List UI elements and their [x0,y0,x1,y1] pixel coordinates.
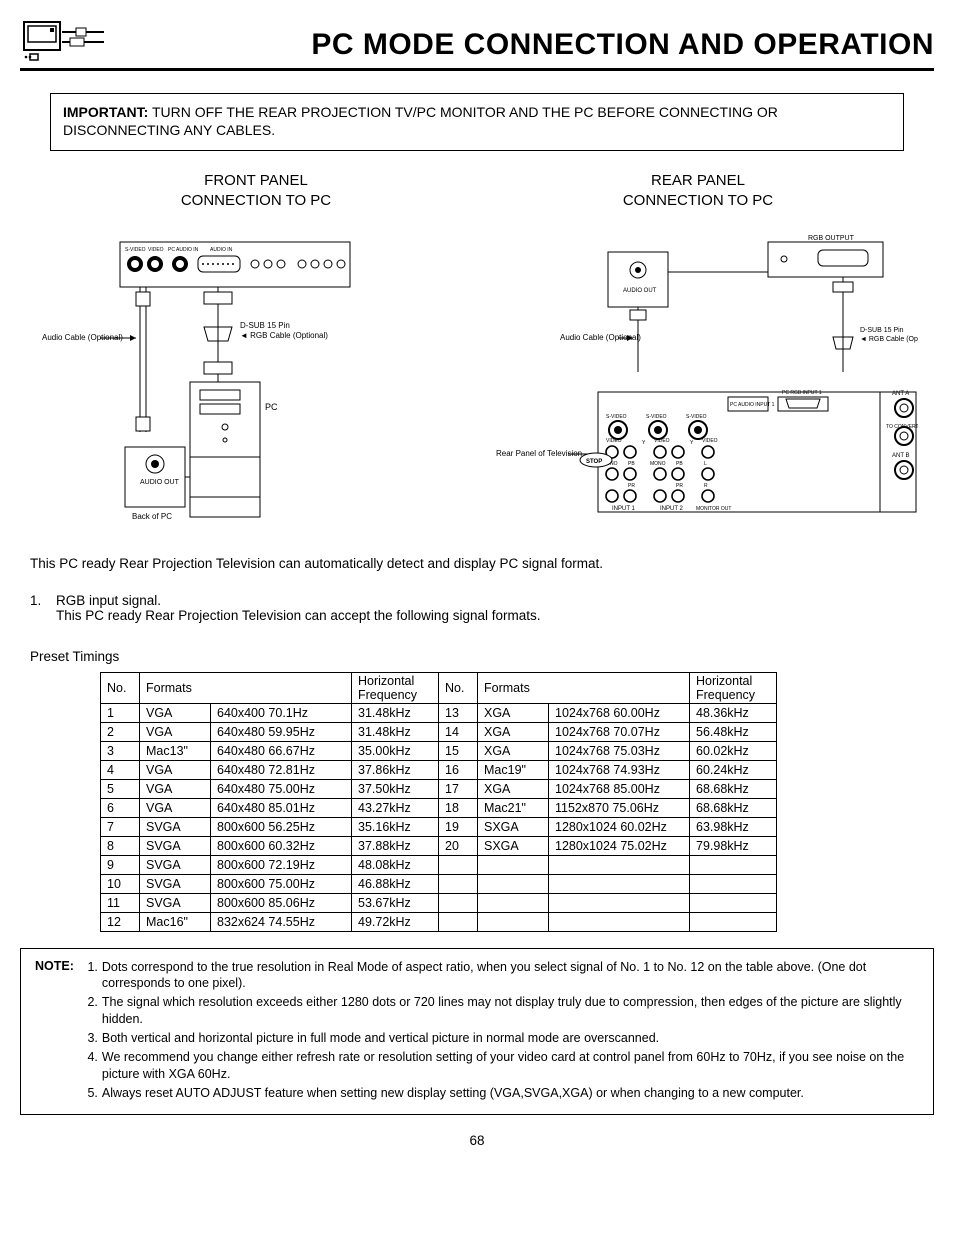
table-row: 8SVGA800x600 60.32Hz37.88kHz20SXGA1280x1… [101,836,777,855]
table-row: 9SVGA800x600 72.19Hz48.08kHz [101,855,777,874]
svg-text:◄ RGB Cable (Optional): ◄ RGB Cable (Optional) [240,331,328,340]
svg-text:AUDIO OUT: AUDIO OUT [623,288,657,294]
svg-text:INPUT 2: INPUT 2 [660,506,684,512]
svg-text:R: R [704,483,708,489]
note-item: 5.Always reset AUTO ADJUST feature when … [84,1085,919,1102]
svg-text:AUDIO IN: AUDIO IN [210,247,233,253]
table-caption: Preset Timings [30,649,924,664]
page-title: PC MODE CONNECTION AND OPERATION [118,28,934,62]
page-number: 68 [20,1133,934,1148]
note-item: 1.Dots correspond to the true resolution… [84,959,919,993]
preset-timings-table: No. Formats HorizontalFrequency No. Form… [100,672,864,932]
svg-text:S-VIDEO: S-VIDEO [686,414,707,420]
front-panel-title: FRONT PANELCONNECTION TO PC [50,171,462,212]
important-text: TURN OFF THE REAR PROJECTION TV/PC MONIT… [63,104,778,138]
svg-text:VIDEO: VIDEO [148,247,164,253]
front-panel-diagram: S-VIDEO VIDEO PC AUDIO IN AUDIO IN Audio… [40,232,470,542]
svg-text:S-VIDEO: S-VIDEO [125,247,146,253]
table-row: 12Mac16"832x624 74.55Hz49.72kHz [101,912,777,931]
svg-text:D-SUB 15 Pin: D-SUB 15 Pin [860,327,904,334]
svg-text:Back of PC: Back of PC [132,512,172,521]
tv-pc-logo-icon [20,20,106,62]
svg-text:◄ RGB Cable (Optional): ◄ RGB Cable (Optional) [860,336,918,343]
svg-text:ANT A: ANT A [892,391,909,397]
svg-text:PR: PR [676,483,683,489]
table-row: 10SVGA800x600 75.00Hz46.88kHz [101,874,777,893]
important-label: IMPORTANT: [63,104,148,120]
rgb-input-item: 1. RGB input signal. This PC ready Rear … [30,593,924,623]
svg-text:Y: Y [690,440,694,446]
note-item: 2.The signal which resolution exceeds ei… [84,994,919,1028]
svg-text:AUDIO OUT: AUDIO OUT [140,479,180,486]
table-row: 1VGA640x400 70.1Hz31.48kHz13XGA1024x768 … [101,703,777,722]
svg-text:ANT B: ANT B [892,453,910,459]
note-label: NOTE: [35,959,78,1104]
svg-text:L: L [704,461,707,467]
important-box: IMPORTANT: TURN OFF THE REAR PROJECTION … [50,93,904,151]
table-row: 11SVGA800x600 85.06Hz53.67kHz [101,893,777,912]
svg-text:STOP: STOP [586,459,602,465]
svg-text:TO CONVERTER: TO CONVERTER [886,424,918,430]
table-row: 5VGA640x480 75.00Hz37.50kHz17XGA1024x768… [101,779,777,798]
svg-text:RGB OUTPUT: RGB OUTPUT [808,235,855,242]
svg-text:PB: PB [628,461,635,467]
svg-text:PR: PR [628,483,635,489]
detect-text: This PC ready Rear Projection Television… [30,556,924,571]
svg-text:MONO: MONO [650,461,666,467]
note-box: NOTE: 1.Dots correspond to the true reso… [20,948,934,1115]
svg-text:Y: Y [642,440,646,446]
svg-text:PB: PB [676,461,683,467]
svg-text:INPUT 1: INPUT 1 [612,506,636,512]
svg-text:PC RGB INPUT 1: PC RGB INPUT 1 [782,390,822,396]
svg-text:S-VIDEO: S-VIDEO [646,414,667,420]
table-row: 3Mac13"640x480 66.67Hz35.00kHz15XGA1024x… [101,741,777,760]
svg-text:PC AUDIO IN: PC AUDIO IN [168,247,199,253]
svg-text:VIDEO: VIDEO [654,438,670,444]
svg-text:VIDEO: VIDEO [606,438,622,444]
svg-text:MONITOR OUT: MONITOR OUT [696,506,731,512]
note-item: 3.Both vertical and horizontal picture i… [84,1030,919,1047]
table-row: 2VGA640x480 59.95Hz31.48kHz14XGA1024x768… [101,722,777,741]
table-row: 4VGA640x480 72.81Hz37.86kHz16Mac19"1024x… [101,760,777,779]
table-row: 7SVGA800x600 56.25Hz35.16kHz19SXGA1280x1… [101,817,777,836]
table-row: 6VGA640x480 85.01Hz43.27kHz18Mac21"1152x… [101,798,777,817]
svg-text:PC AUDIO INPUT 1: PC AUDIO INPUT 1 [730,402,775,408]
rear-panel-title: REAR PANELCONNECTION TO PC [492,171,904,212]
svg-text:VIDEO: VIDEO [702,438,718,444]
svg-text:D-SUB 15 Pin: D-SUB 15 Pin [240,321,290,330]
note-item: 4.We recommend you change either refresh… [84,1049,919,1083]
svg-text:S-VIDEO: S-VIDEO [606,414,627,420]
svg-text:PC: PC [265,402,278,412]
title-divider [20,68,934,71]
rear-panel-diagram: RGB OUTPUT AUDIO OUT Audio Cable (Option… [488,232,918,542]
